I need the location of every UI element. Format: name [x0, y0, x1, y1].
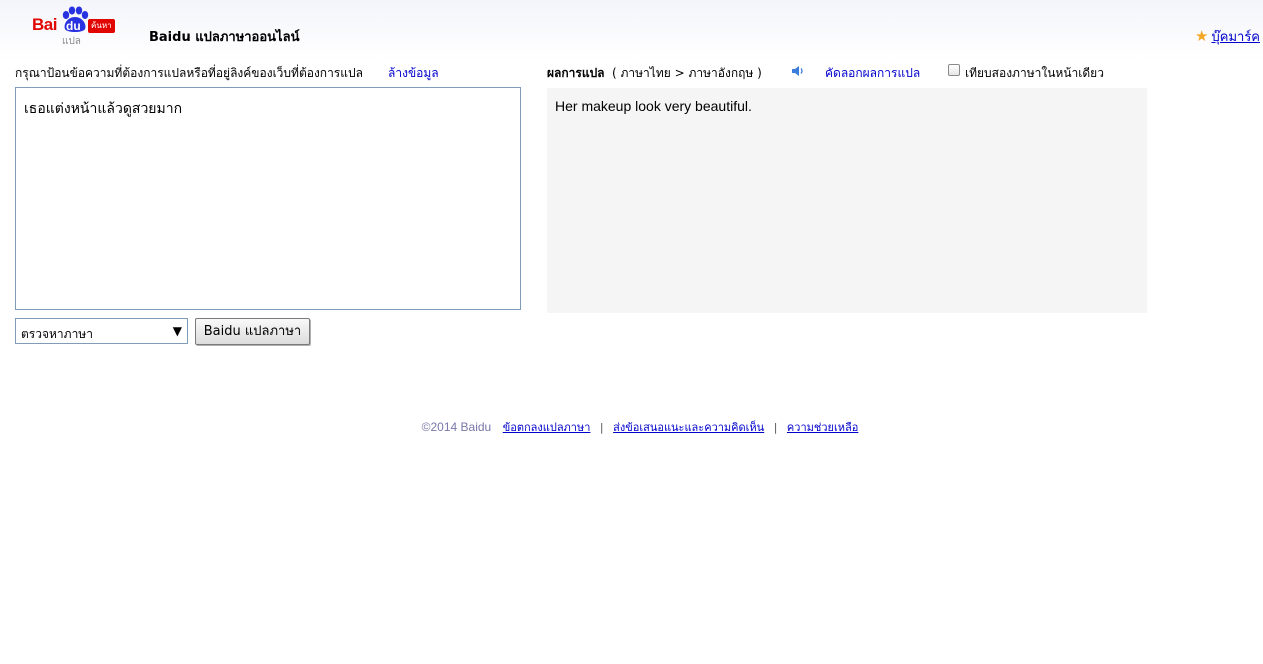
result-label: ผลการแปล: [547, 66, 605, 80]
footer: ©2014 Baidu ข้อตกลงแปลภาษา | ส่งข้อเสนอแ…: [0, 418, 1263, 436]
translate-button[interactable]: Baidu แปลภาษา: [195, 318, 310, 345]
logo-du-text: du: [66, 19, 81, 33]
logo-subtitle: แปล: [62, 36, 81, 47]
source-text: เธอแต่งหน้าแล้วดูสวยมาก: [24, 101, 183, 117]
footer-separator: |: [773, 421, 778, 434]
speaker-icon[interactable]: [791, 65, 805, 77]
logo-text: Bai: [32, 15, 57, 34]
footer-terms-link[interactable]: ข้อตกลงแปลภาษา: [503, 421, 591, 434]
triangle-down-icon: ▼: [172, 324, 182, 338]
language-select-value: ตรวจหาภาษา: [21, 327, 93, 341]
language-select[interactable]: ตรวจหาภาษา ▼: [15, 318, 188, 344]
footer-feedback-link[interactable]: ส่งข้อเสนอแนะและความคิดเห็น: [613, 421, 764, 434]
site-title: Baidu แปลภาษาออนไลน์: [149, 30, 300, 45]
bookmark-label[interactable]: บุ๊คมาร์ค: [1212, 26, 1261, 47]
bookmark-link[interactable]: ★ บุ๊คมาร์ค: [1195, 26, 1260, 47]
translation-direction: ( ภาษาไทย > ภาษาอังกฤษ ): [612, 66, 762, 80]
footer-separator: |: [599, 421, 604, 434]
footer-copyright: ©2014 Baidu: [421, 420, 492, 434]
copy-result-link[interactable]: คัดลอกผลการแปล: [825, 64, 920, 83]
star-icon: ★: [1195, 27, 1209, 45]
clear-button[interactable]: ล้างข้อมูล: [388, 64, 439, 83]
compare-checkbox[interactable]: [948, 64, 960, 76]
logo-badge: ค้นหา: [88, 19, 115, 33]
source-prompt: กรุณาป้อนข้อความที่ต้องการแปลหรือที่อยู่…: [15, 66, 363, 80]
compare-label: เทียบสองภาษาในหน้าเดียว: [965, 66, 1104, 80]
footer-help-link[interactable]: ความช่วยเหลือ: [787, 421, 858, 434]
baidu-translate-logo[interactable]: Bai du ค้นหา แปล: [32, 6, 116, 47]
result-text: Her makeup look very beautiful.: [555, 98, 752, 114]
result-panel: Her makeup look very beautiful.: [547, 88, 1147, 313]
source-textarea[interactable]: เธอแต่งหน้าแล้วดูสวยมาก: [15, 87, 521, 310]
